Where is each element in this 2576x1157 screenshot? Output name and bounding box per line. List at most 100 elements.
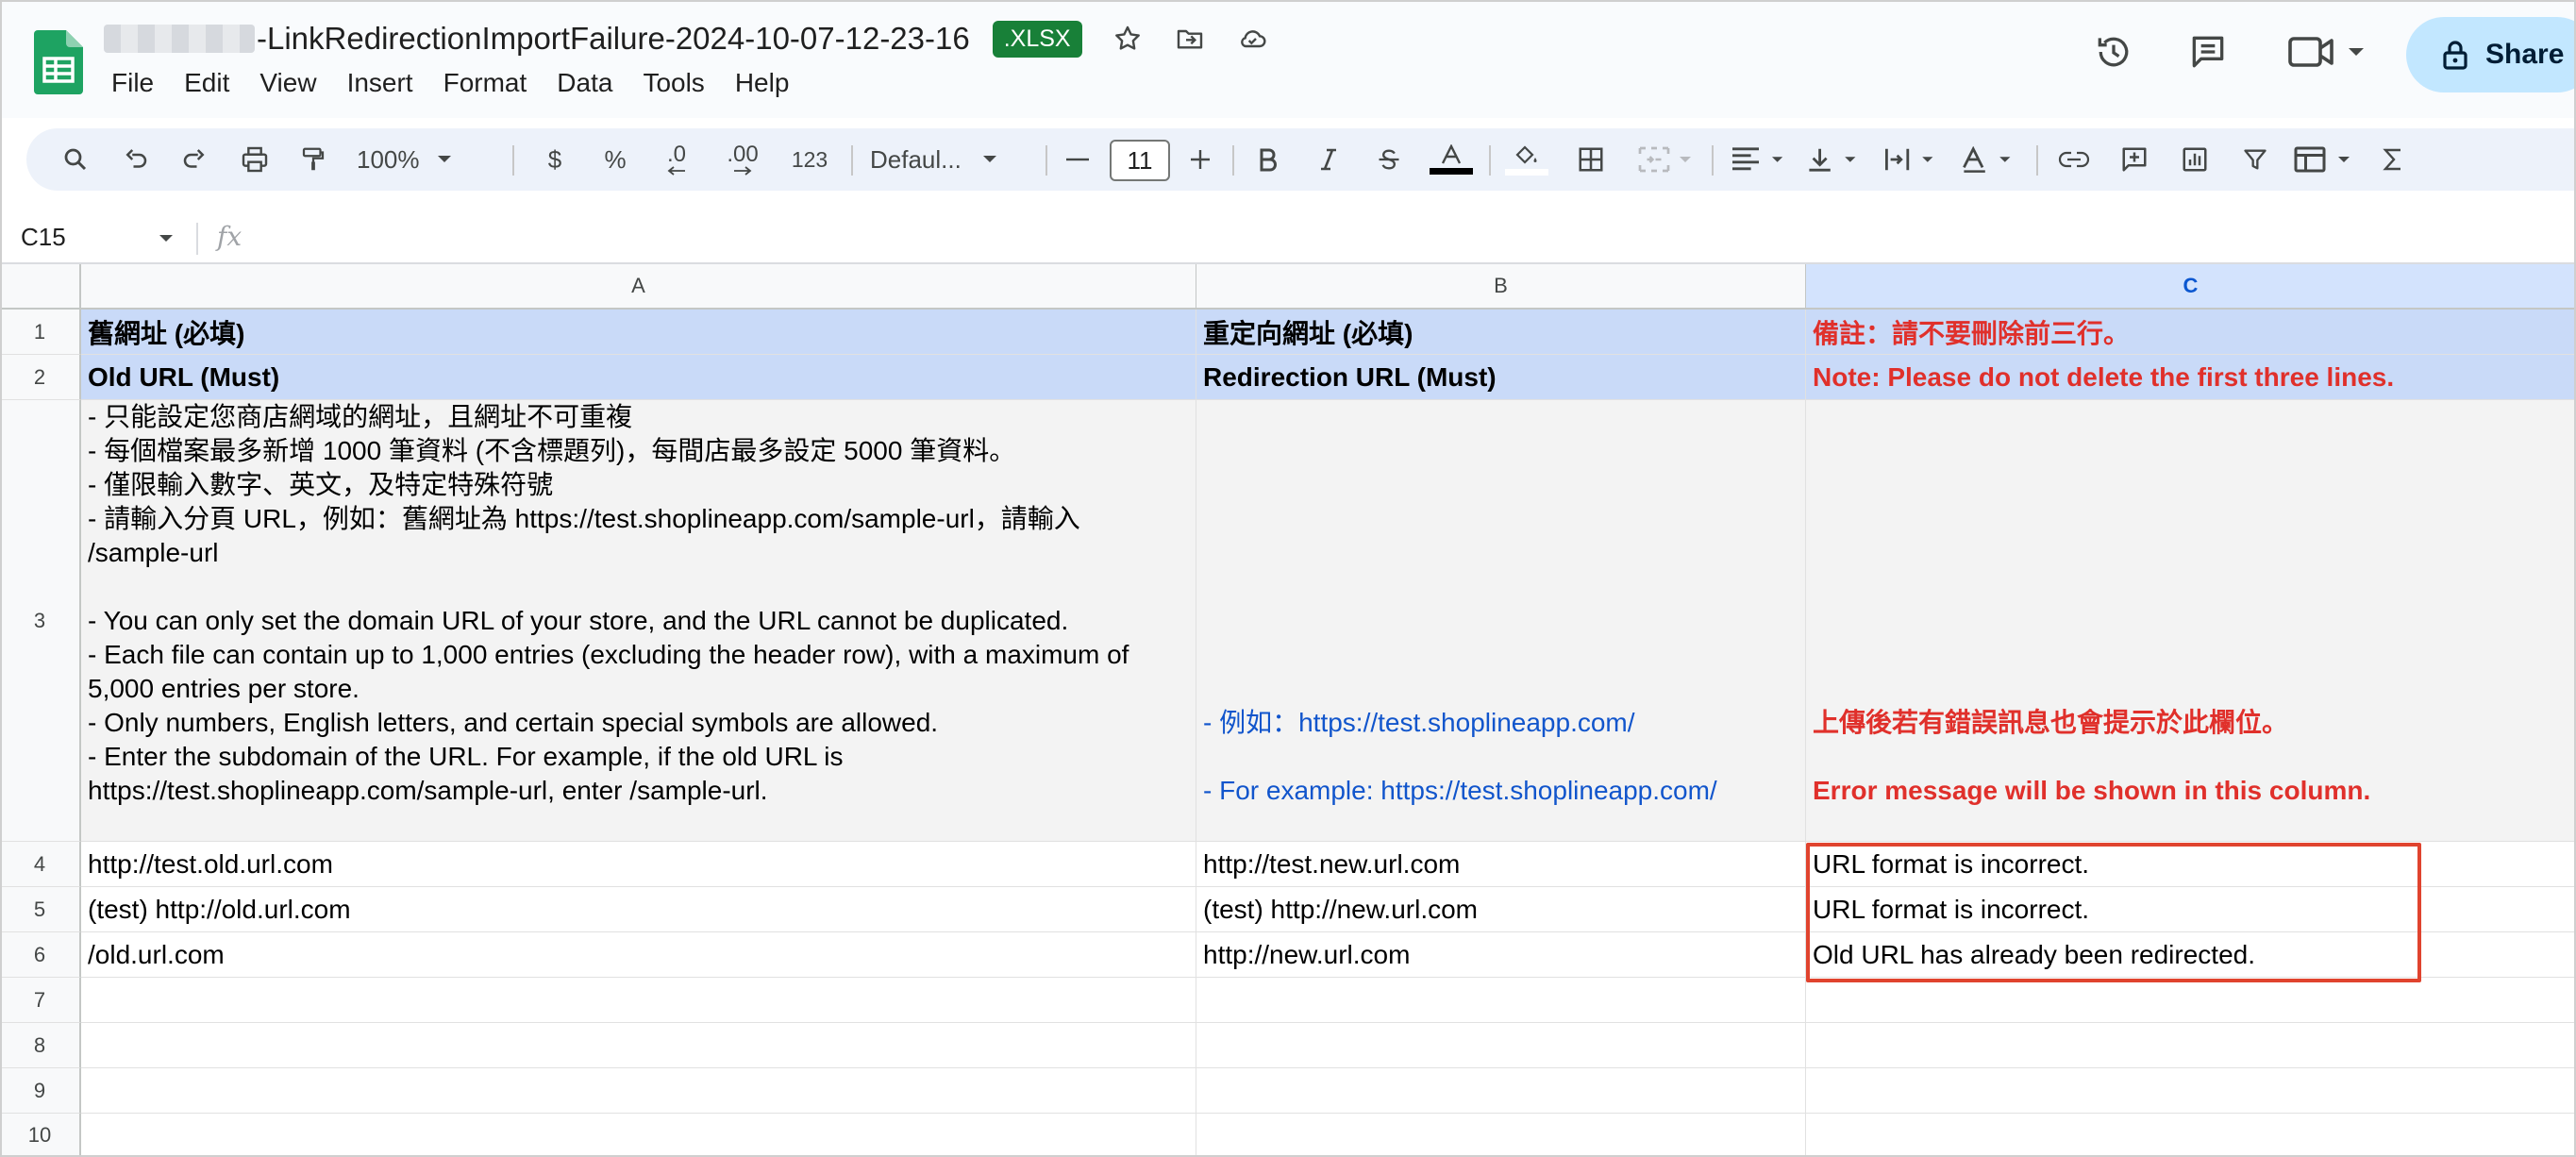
cell-a4[interactable]: http://test.old.url.com [81,842,1196,887]
sheets-logo-icon[interactable] [34,30,83,94]
cell-b2[interactable]: Redirection URL (Must) [1196,355,1806,400]
cell-b9[interactable] [1196,1068,1806,1114]
cell-a10[interactable] [81,1114,1196,1157]
cell-b10[interactable] [1196,1114,1806,1157]
cell-b3[interactable]: - 例如：https://test.shoplineapp.com/ - For… [1196,400,1806,842]
menu-data[interactable]: Data [557,66,626,98]
vertical-align-icon[interactable] [1800,128,1868,191]
cell-c5[interactable]: URL format is incorrect. [1806,887,2576,932]
cell-b7[interactable] [1196,978,1806,1023]
redo-icon[interactable] [174,128,215,191]
cell-c7[interactable] [1806,978,2576,1023]
meet-video-icon[interactable] [2283,28,2368,75]
cell-c1[interactable]: 備註：請不要刪除前三行。 [1806,310,2576,355]
example-line [1203,740,1798,774]
comments-icon[interactable] [2184,28,2232,75]
row-header-9[interactable]: 9 [0,1068,81,1114]
text-wrapping-icon[interactable] [1878,128,1946,191]
italic-icon[interactable] [1308,128,1349,191]
cell-b8[interactable] [1196,1023,1806,1068]
document-title-row: -LinkRedirectionImportFailure-2024-10-07… [104,15,1269,62]
filter-icon[interactable] [2231,128,2280,191]
font-family-select[interactable]: Defaul... [870,128,1030,191]
menu-insert[interactable]: Insert [347,66,427,98]
text-color-icon[interactable] [1427,128,1476,191]
row-header-5[interactable]: 5 [0,887,81,932]
row-header-10[interactable]: 10 [0,1114,81,1157]
column-header-b[interactable]: B [1196,264,1806,310]
cell-b4[interactable]: http://test.new.url.com [1196,842,1806,887]
currency-format-button[interactable]: $ [536,128,574,191]
select-all-corner[interactable] [0,264,81,310]
strikethrough-icon[interactable] [1368,128,1410,191]
chevron-down-icon [437,156,451,162]
increase-decimal-button[interactable]: .00 [715,128,770,191]
fill-color-icon[interactable] [1502,128,1551,191]
cell-a8[interactable] [81,1023,1196,1068]
row-header-1[interactable]: 1 [0,310,81,355]
more-formats-button[interactable]: 123 [781,128,838,191]
chevron-down-icon[interactable] [159,234,174,243]
insert-chart-icon[interactable] [2170,128,2219,191]
text-rotation-icon[interactable] [1955,128,2023,191]
menu-bar: File Edit View Insert Format Data Tools … [111,66,819,98]
row-header-4[interactable]: 4 [0,842,81,887]
cell-c4[interactable]: URL format is incorrect. [1806,842,2576,887]
row-header-7[interactable]: 7 [0,978,81,1023]
cell-b5[interactable]: (test) http://new.url.com [1196,887,1806,932]
cell-c6[interactable]: Old URL has already been redirected. [1806,932,2576,978]
horizontal-align-icon[interactable] [1725,128,1793,191]
functions-icon[interactable] [2372,128,2414,191]
decrease-font-size-icon[interactable] [1059,128,1096,191]
move-folder-icon[interactable] [1173,22,1207,56]
row-header-8[interactable]: 8 [0,1023,81,1068]
menu-tools[interactable]: Tools [643,66,717,98]
name-box[interactable]: C15 [21,223,66,252]
cell-a1[interactable]: 舊網址 (必填) [81,310,1196,355]
paint-format-icon[interactable] [293,128,334,191]
search-menus-icon[interactable] [55,128,96,191]
cell-c8[interactable] [1806,1023,2576,1068]
merge-cells-icon[interactable] [1632,128,1698,191]
cell-a5[interactable]: (test) http://old.url.com [81,887,1196,932]
bold-icon[interactable] [1247,128,1289,191]
zoom-select[interactable]: 100% [357,128,470,191]
row-header-6[interactable]: 6 [0,932,81,978]
row-header-3[interactable]: 3 [0,400,81,842]
star-icon[interactable] [1111,22,1145,56]
document-title[interactable]: -LinkRedirectionImportFailure-2024-10-07… [257,21,970,57]
decrease-decimal-button[interactable]: .0 [653,128,700,191]
undo-icon[interactable] [115,128,157,191]
increase-font-size-icon[interactable] [1181,128,1219,191]
cell-a3[interactable]: - 只能設定您商店網域的網址，且網址不可重複 - 每個檔案最多新增 1000 筆… [81,400,1196,842]
menu-view[interactable]: View [259,66,329,98]
cell-a6[interactable]: /old.url.com [81,932,1196,978]
cell-a2[interactable]: Old URL (Must) [81,355,1196,400]
share-button[interactable]: Share [2406,17,2576,92]
cell-b6[interactable]: http://new.url.com [1196,932,1806,978]
cell-b1[interactable]: 重定向網址 (必填) [1196,310,1806,355]
font-size-input[interactable]: 11 [1110,140,1170,181]
cloud-status-icon[interactable] [1235,22,1269,56]
column-header-c[interactable]: C [1806,264,2576,310]
version-history-icon[interactable] [2090,28,2137,75]
filter-views-icon[interactable] [2289,128,2359,191]
menu-format[interactable]: Format [443,66,541,98]
menu-help[interactable]: Help [735,66,803,98]
insert-comment-icon[interactable] [2110,128,2159,191]
cell-c3[interactable]: 上傳後若有錯誤訊息也會提示於此欄位。 Error message will be… [1806,400,2576,842]
row-header-2[interactable]: 2 [0,355,81,400]
column-header-a[interactable]: A [81,264,1196,310]
percent-format-button[interactable]: % [596,128,634,191]
cell-a9[interactable] [81,1068,1196,1114]
cell-c9[interactable] [1806,1068,2576,1114]
menu-edit[interactable]: Edit [184,66,243,98]
spreadsheet-grid: A B C 1 2 3 4 5 6 7 8 9 10 舊網址 (必填) 重定向網… [0,264,2576,1157]
insert-link-icon[interactable] [2049,128,2099,191]
cell-a7[interactable] [81,978,1196,1023]
print-icon[interactable] [234,128,276,191]
cell-c10[interactable] [1806,1114,2576,1157]
menu-file[interactable]: File [111,66,167,98]
cell-c2[interactable]: Note: Please do not delete the first thr… [1806,355,2576,400]
borders-icon[interactable] [1570,128,1612,191]
